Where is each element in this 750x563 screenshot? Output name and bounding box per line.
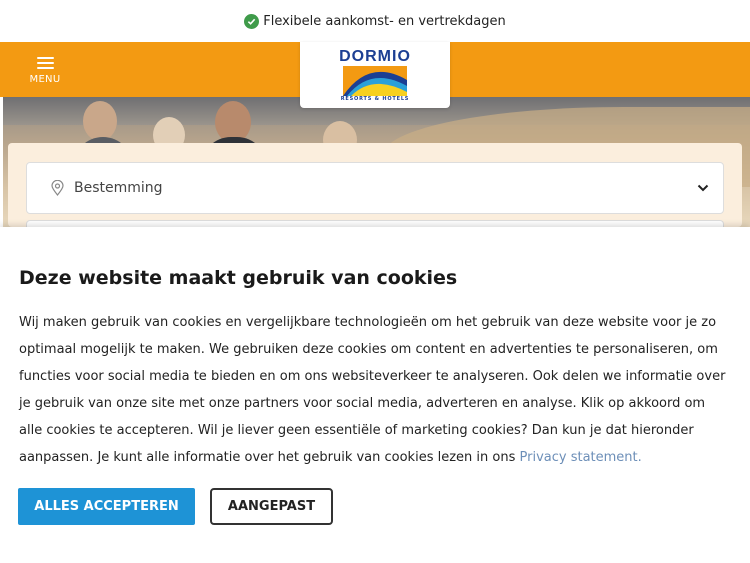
customize-button[interactable]: AANGEPAST (210, 488, 333, 525)
logo-tagline: RESORTS & HOTELS (340, 96, 410, 102)
check-circle-icon (244, 13, 260, 29)
cookie-title: Deze website maakt gebruik van cookies (19, 267, 458, 289)
hamburger-icon (36, 54, 54, 72)
logo[interactable]: DORMIO RESORTS & HOTELS (300, 42, 450, 108)
info-bar-text: Flexibele aankomst- en vertrekdagen (263, 13, 506, 29)
info-bar: Flexibele aankomst- en vertrekdagen (0, 0, 750, 42)
cookie-body: Wij maken gebruik van cookies en vergeli… (19, 315, 726, 465)
chevron-down-icon (697, 184, 709, 192)
menu-button[interactable]: MENU (26, 52, 64, 90)
cookie-text: Wij maken gebruik van cookies en vergeli… (19, 309, 731, 471)
location-pin-icon (51, 180, 64, 196)
destination-label: Bestemming (74, 180, 163, 196)
privacy-statement-link[interactable]: Privacy statement. (520, 450, 642, 465)
logo-emblem-icon (343, 66, 407, 96)
logo-wordmark: DORMIO (339, 48, 411, 65)
menu-label: MENU (29, 74, 61, 85)
cookie-banner: Deze website maakt gebruik van cookies W… (0, 227, 750, 563)
accept-all-button[interactable]: ALLES ACCEPTEREN (18, 488, 195, 525)
destination-select[interactable]: Bestemming (26, 162, 724, 214)
